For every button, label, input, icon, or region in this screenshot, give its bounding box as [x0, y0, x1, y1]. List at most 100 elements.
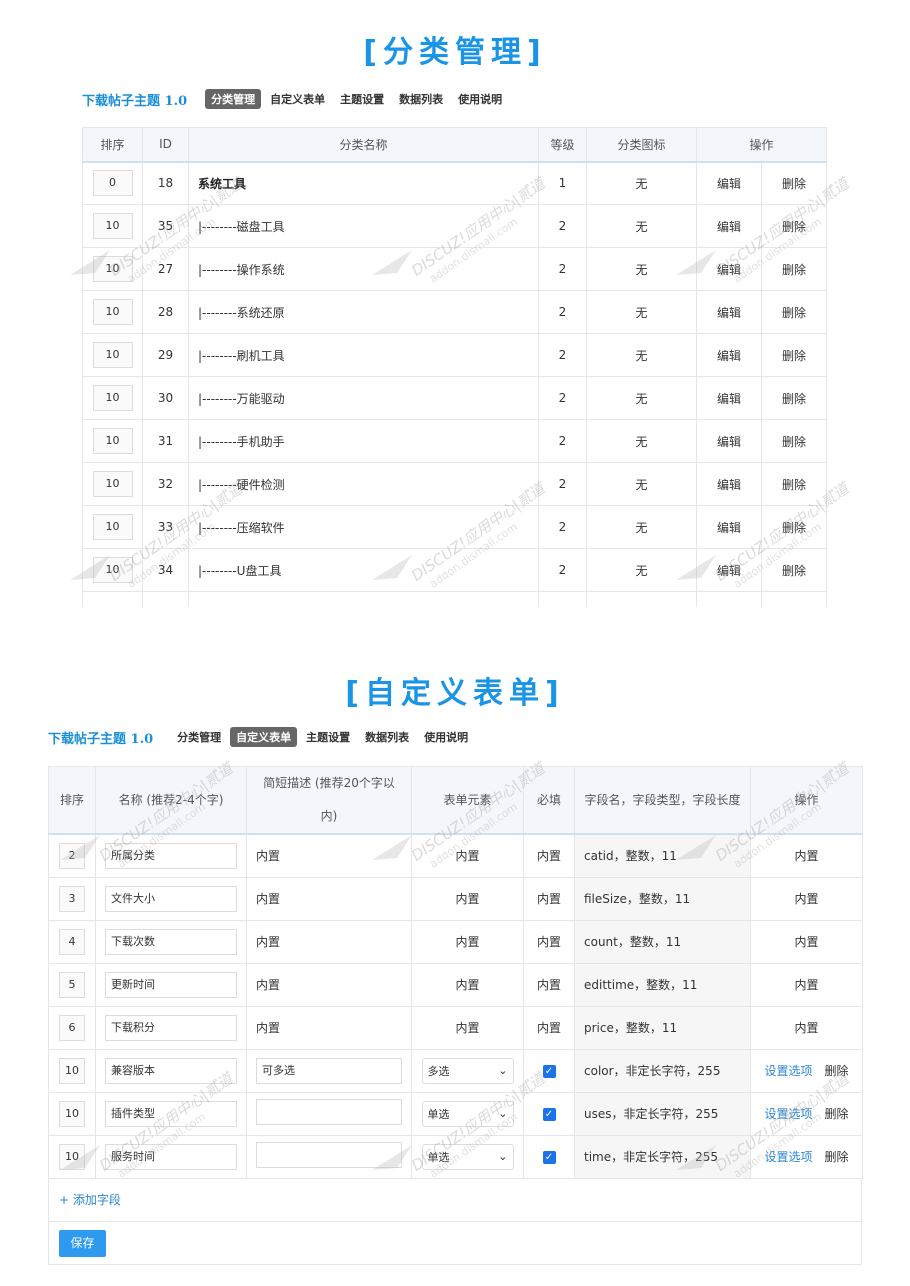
col-field: 字段名，字段类型，字段长度	[574, 766, 751, 835]
name-cell: |--------系统还原	[188, 290, 539, 334]
col-actions: 操作	[750, 766, 863, 835]
id-cell: 30	[142, 376, 189, 420]
edit-link[interactable]: 编辑	[717, 521, 741, 535]
empty-cell	[82, 591, 143, 607]
order-input[interactable]: 0	[92, 170, 133, 197]
icon-cell: 无	[586, 419, 697, 463]
element-select[interactable]: 单选 ⌄	[421, 1143, 514, 1170]
section-title-custom-form: [自定义表单]	[345, 676, 565, 711]
order-input[interactable]: 3	[59, 885, 85, 912]
order-input[interactable]: 10	[92, 471, 133, 497]
delete-link[interactable]: 删除	[782, 306, 806, 320]
delete-link[interactable]: 删除	[825, 1150, 849, 1164]
delete-link[interactable]: 删除	[782, 478, 806, 492]
edit-link[interactable]: 编辑	[717, 564, 741, 578]
edit-link[interactable]: 编辑	[717, 306, 741, 320]
table-row: 10 35 |--------磁盘工具 2 无 编辑 删除	[82, 204, 828, 248]
required-cell: ✓	[523, 1091, 575, 1136]
edit-link[interactable]: 编辑	[717, 392, 741, 406]
desc-input[interactable]	[256, 1099, 402, 1125]
field-cell: count，整数，11	[574, 919, 751, 964]
name-input[interactable]: 服务时间	[105, 1143, 237, 1170]
save-button[interactable]: 保存	[59, 1230, 106, 1257]
element-select[interactable]: 单选 ⌄	[421, 1100, 514, 1127]
order-input[interactable]: 5	[59, 971, 85, 998]
order-cell: 6	[48, 1005, 96, 1050]
required-checkbox[interactable]: ✓	[542, 1151, 556, 1164]
table-row: 10 27 |--------操作系统 2 无 编辑 删除	[82, 247, 828, 291]
order-input[interactable]: 4	[59, 928, 85, 955]
delete-link[interactable]: 删除	[782, 263, 806, 277]
delete-link[interactable]: 删除	[782, 392, 806, 406]
setup-options-link[interactable]: 设置选项	[764, 1107, 812, 1121]
nav-theme-settings[interactable]: 主题设置	[300, 727, 356, 747]
field-cell: edittime，整数，11	[574, 962, 751, 1007]
delete-link[interactable]: 删除	[782, 349, 806, 363]
nav-instructions[interactable]: 使用说明	[418, 727, 474, 747]
setup-options-link[interactable]: 设置选项	[764, 1064, 812, 1078]
empty-cell	[538, 591, 587, 607]
order-input[interactable]: 10	[92, 256, 133, 282]
col-desc: 简短描述 (推荐20个字以内)	[246, 766, 412, 835]
order-input[interactable]: 10	[92, 299, 133, 325]
delete-link[interactable]: 删除	[782, 564, 806, 578]
element-cell: 单选 ⌄	[411, 1134, 524, 1179]
delete-cell: 删除	[760, 333, 828, 377]
name-input[interactable]: 所属分类	[105, 842, 237, 869]
order-input[interactable]: 2	[59, 842, 85, 869]
col-name: 名称 (推荐2-4个字)	[95, 766, 247, 835]
name-input[interactable]: 文件大小	[105, 885, 237, 912]
actions-cell: 内置	[750, 833, 863, 878]
id-cell: 33	[142, 505, 189, 549]
element-select[interactable]: 多选 ⌄	[421, 1057, 514, 1084]
setup-options-link[interactable]: 设置选项	[764, 1150, 812, 1164]
edit-link[interactable]: 编辑	[717, 349, 741, 363]
nav-custom-form[interactable]: 自定义表单	[230, 727, 298, 747]
order-input[interactable]: 6	[59, 1014, 85, 1041]
name-input[interactable]: 插件类型	[105, 1100, 237, 1127]
desc-cell	[246, 1091, 412, 1136]
edit-cell: 编辑	[696, 419, 762, 463]
order-cell: 10	[82, 548, 143, 592]
desc-input[interactable]: 可多选	[256, 1057, 402, 1084]
name-input[interactable]: 更新时间	[105, 971, 237, 998]
edit-link[interactable]: 编辑	[717, 263, 741, 277]
level-cell: 2	[538, 505, 587, 549]
delete-link[interactable]: 删除	[825, 1107, 849, 1121]
required-checkbox[interactable]: ✓	[542, 1065, 556, 1078]
required-checkbox[interactable]: ✓	[542, 1108, 556, 1121]
order-input[interactable]: 10	[92, 213, 133, 239]
delete-link[interactable]: 删除	[782, 435, 806, 449]
order-cell: 2	[48, 833, 96, 878]
edit-link[interactable]: 编辑	[717, 435, 741, 449]
delete-link[interactable]: 删除	[782, 177, 806, 191]
icon-cell: 无	[586, 548, 697, 592]
edit-link[interactable]: 编辑	[717, 177, 741, 191]
desc-input[interactable]	[256, 1142, 402, 1168]
delete-link[interactable]: 删除	[825, 1064, 849, 1078]
order-input[interactable]: 10	[59, 1143, 85, 1170]
order-input[interactable]: 10	[92, 385, 133, 411]
add-field-link[interactable]: + 添加字段	[48, 1179, 862, 1222]
nav-category[interactable]: 分类管理	[171, 727, 227, 747]
order-input[interactable]: 10	[59, 1100, 85, 1127]
delete-link[interactable]: 删除	[782, 220, 806, 234]
chevron-down-icon: ⌄	[498, 1064, 508, 1077]
order-cell: 10	[82, 290, 143, 334]
delete-link[interactable]: 删除	[782, 521, 806, 535]
name-input[interactable]: 下载次数	[105, 928, 237, 955]
col-required: 必填	[523, 766, 575, 835]
delete-cell: 删除	[760, 204, 828, 248]
order-input[interactable]: 10	[92, 557, 133, 583]
order-input[interactable]: 10	[59, 1057, 85, 1084]
edit-link[interactable]: 编辑	[717, 478, 741, 492]
order-input[interactable]: 10	[92, 428, 133, 454]
name-input[interactable]: 下载积分	[105, 1014, 237, 1041]
order-input[interactable]: 10	[92, 342, 133, 368]
nav-data-list[interactable]: 数据列表	[359, 727, 415, 747]
name-input[interactable]: 兼容版本	[105, 1057, 237, 1084]
chevron-down-icon: ⌄	[498, 1107, 508, 1120]
name-cell: |--------磁盘工具	[188, 204, 539, 248]
edit-link[interactable]: 编辑	[717, 220, 741, 234]
order-input[interactable]: 10	[92, 514, 133, 540]
